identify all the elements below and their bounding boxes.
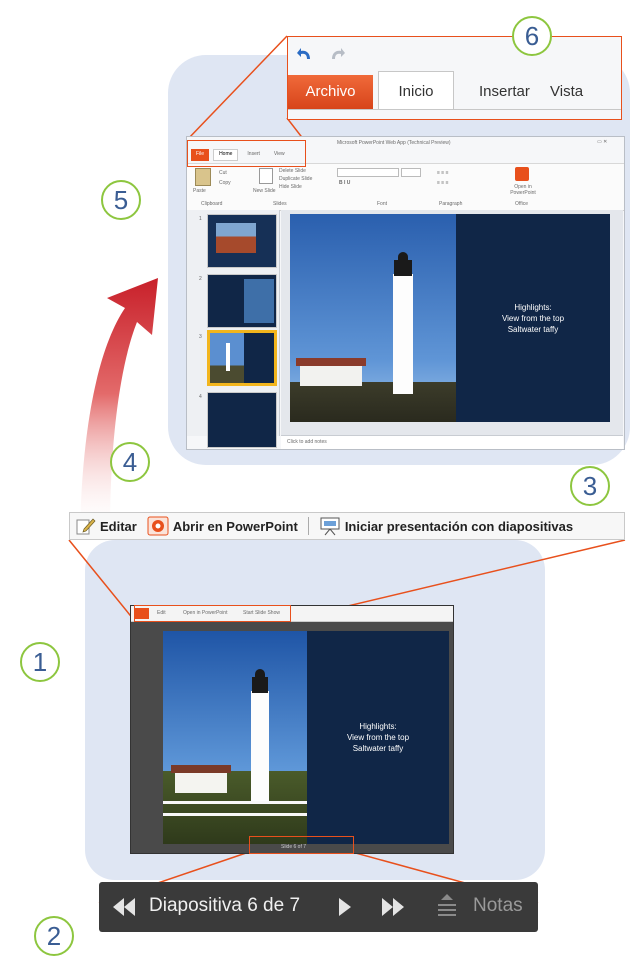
slide-thumbnail-1[interactable] bbox=[207, 214, 277, 268]
projector-screen-icon bbox=[320, 517, 340, 536]
slide-counter: Diapositiva 6 de 7 bbox=[149, 895, 301, 916]
viewer-slide-text-3: Saltwater taffy bbox=[352, 744, 404, 753]
window-title: Microsoft PowerPoint Web App (Technical … bbox=[337, 140, 451, 146]
new-slide-label: New Slide bbox=[253, 188, 276, 194]
group-paragraph-label: Paragraph bbox=[439, 201, 463, 207]
slide-text-panel: Highlights: View from the top Saltwater … bbox=[456, 214, 610, 422]
copy-label[interactable]: Copy bbox=[219, 180, 231, 186]
paragraph-icons[interactable]: ≡ ≡ ≡ bbox=[437, 170, 449, 176]
edit-label: Editar bbox=[100, 518, 137, 534]
last-slide-icon[interactable] bbox=[380, 898, 406, 916]
powerpoint-icon bbox=[147, 516, 169, 536]
tab-insertar[interactable]: Insertar bbox=[479, 75, 530, 109]
start-slideshow-button[interactable]: Iniciar presentación con diapositivas bbox=[319, 516, 573, 536]
notes-icon[interactable] bbox=[437, 894, 457, 920]
notes-button[interactable]: Notas bbox=[473, 895, 523, 917]
notes-pane[interactable]: Click to add notes bbox=[281, 435, 623, 449]
slide-thumbnail-2[interactable] bbox=[207, 274, 277, 328]
edit-icon bbox=[76, 518, 96, 535]
tab-archivo[interactable]: Archivo bbox=[288, 75, 373, 109]
align-icons[interactable]: ≡ ≡ ≡ bbox=[437, 180, 449, 186]
toolbar-divider bbox=[307, 517, 309, 535]
window-controls-icon[interactable]: ▭ ✕ bbox=[597, 139, 607, 145]
open-in-powerpoint-ribbon-label: Open in PowerPoint bbox=[510, 184, 536, 196]
first-slide-icon[interactable] bbox=[111, 898, 137, 916]
tabs-highlight-box bbox=[187, 140, 306, 167]
hide-slide-label[interactable]: Hide Slide bbox=[279, 184, 302, 190]
callout-6: 6 bbox=[512, 16, 552, 56]
viewer-lighthouse-photo bbox=[163, 631, 307, 844]
thumbnail-number-1: 1 bbox=[199, 216, 202, 222]
open-in-powerpoint-label: Abrir en PowerPoint bbox=[172, 518, 298, 534]
viewer-slide-text-panel: Highlights: View from the top Saltwater … bbox=[307, 631, 449, 844]
next-slide-icon[interactable] bbox=[338, 898, 352, 916]
group-font-label: Font bbox=[377, 201, 388, 207]
ribbon-zoom: Archivo Inicio Insertar Vista bbox=[287, 36, 622, 120]
delete-slide-label[interactable]: Delete Slide bbox=[279, 168, 306, 174]
undo-icon[interactable] bbox=[296, 45, 314, 63]
toolbar-highlight-box bbox=[134, 605, 291, 622]
redo-icon[interactable] bbox=[328, 45, 346, 63]
open-in-powerpoint-icon[interactable] bbox=[515, 167, 529, 181]
lighthouse-photo bbox=[290, 214, 456, 422]
callout-2: 2 bbox=[34, 916, 74, 956]
paste-icon[interactable] bbox=[195, 168, 211, 186]
viewer-slide: Highlights: View from the top Saltwater … bbox=[163, 631, 449, 844]
editor-ribbon: Paste Cut Copy New Slide Delete Slide Du… bbox=[187, 163, 624, 211]
slide-text-line-1: Highlights: bbox=[514, 302, 552, 312]
duplicate-slide-label[interactable]: Duplicate Slide bbox=[279, 176, 312, 182]
action-toolbar: Editar Abrir en PowerPoint Iniciar prese… bbox=[69, 512, 625, 540]
start-slideshow-label: Iniciar presentación con diapositivas bbox=[344, 518, 574, 534]
callout-5: 5 bbox=[101, 180, 141, 220]
callout-1: 1 bbox=[20, 642, 60, 682]
reading-view: Edit Open in PowerPoint Start Slide Show… bbox=[130, 605, 454, 854]
font-format-icons[interactable]: B I U bbox=[339, 180, 350, 186]
group-office-label: Office bbox=[515, 201, 528, 207]
paste-label: Paste bbox=[193, 188, 206, 194]
tab-inicio[interactable]: Inicio bbox=[378, 71, 454, 110]
slide-text-line-2: View from the top bbox=[501, 313, 565, 323]
thumbnail-number-4: 4 bbox=[199, 394, 202, 400]
nav-highlight-box bbox=[249, 836, 354, 854]
slide-text-line-3: Saltwater taffy bbox=[507, 324, 559, 334]
viewer-slide-text-1: Highlights: bbox=[359, 722, 397, 731]
editor-slide: Highlights: View from the top Saltwater … bbox=[290, 214, 610, 422]
font-size-box[interactable] bbox=[401, 168, 421, 177]
group-slides-label: Slides bbox=[273, 201, 287, 207]
callout-3: 3 bbox=[570, 466, 610, 506]
edit-button[interactable]: Editar bbox=[76, 517, 137, 535]
thumbnail-number-3: 3 bbox=[199, 334, 202, 340]
font-name-box[interactable] bbox=[337, 168, 399, 177]
slide-thumbnail-3-selected[interactable] bbox=[207, 330, 277, 386]
slide-navigation-bar: Diapositiva 6 de 7 Notas bbox=[99, 882, 538, 932]
notes-placeholder: Click to add notes bbox=[287, 439, 327, 445]
new-slide-icon[interactable] bbox=[259, 168, 273, 184]
slide-thumbnail-4[interactable] bbox=[207, 392, 277, 448]
callout-4: 4 bbox=[110, 442, 150, 482]
viewer-slide-text-2: View from the top bbox=[346, 733, 410, 742]
open-in-powerpoint-button[interactable]: Abrir en PowerPoint bbox=[147, 516, 298, 536]
tab-vista[interactable]: Vista bbox=[550, 75, 583, 109]
group-clipboard-label: Clipboard bbox=[201, 201, 223, 207]
cut-label[interactable]: Cut bbox=[219, 170, 227, 176]
thumbnail-number-2: 2 bbox=[199, 276, 202, 282]
